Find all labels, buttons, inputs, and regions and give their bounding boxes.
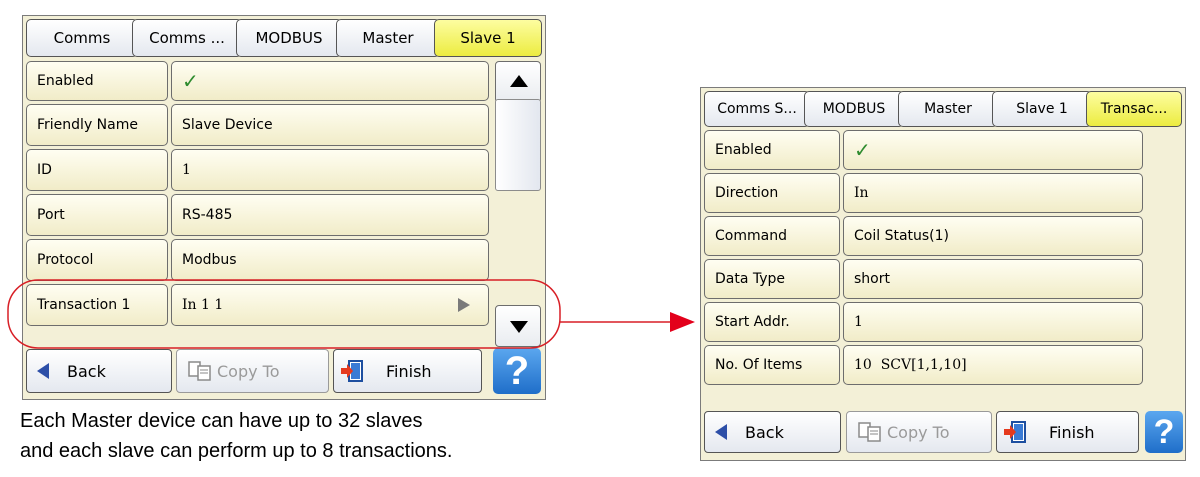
finish-label: Finish [1049, 422, 1095, 442]
row-label: Data Type [704, 259, 840, 299]
annotation-arrow-head [670, 312, 695, 332]
crumb-modbus[interactable]: MODBUS [804, 91, 904, 127]
copy-icon [858, 422, 881, 442]
back-label: Back [745, 422, 784, 442]
transaction-settings-screen: Comms S... MODBUS Master Slave 1 Transac… [700, 87, 1186, 461]
row-value[interactable]: In [843, 173, 1143, 213]
row-value[interactable]: short [843, 259, 1143, 299]
finish-button[interactable]: Finish [996, 411, 1139, 453]
row-label: No. Of Items [704, 345, 840, 385]
crumb-master[interactable]: Master [898, 91, 998, 127]
checkmark-icon: ✓ [854, 138, 871, 162]
highlight-ellipse [7, 279, 561, 349]
crumb-comms-setup[interactable]: Comms S... [704, 91, 810, 127]
back-button[interactable]: Back [704, 411, 841, 453]
row-command[interactable]: Command Coil Status(1) [704, 216, 1146, 256]
row-value[interactable]: 10 SCV[1,1,10] [843, 345, 1143, 385]
copy-to-label: Copy To [887, 422, 950, 442]
row-label: Start Addr. [704, 302, 840, 342]
crumb-transaction[interactable]: Transac... [1086, 91, 1182, 127]
row-direction[interactable]: Direction In [704, 173, 1146, 213]
row-data-type[interactable]: Data Type short [704, 259, 1146, 299]
finish-door-icon [1004, 421, 1026, 443]
row-start-addr[interactable]: Start Addr. 1 [704, 302, 1146, 342]
row-label: Direction [704, 173, 840, 213]
crumb-slave-1[interactable]: Slave 1 [992, 91, 1092, 127]
row-label: Command [704, 216, 840, 256]
row-enabled[interactable]: Enabled ✓ [704, 130, 1146, 170]
help-button[interactable]: ? [1145, 411, 1183, 453]
row-value[interactable]: Coil Status(1) [843, 216, 1143, 256]
row-no-of-items[interactable]: No. Of Items 10 SCV[1,1,10] [704, 345, 1146, 385]
back-arrow-icon [715, 424, 727, 440]
row-value[interactable]: 1 [843, 302, 1143, 342]
copy-to-button[interactable]: Copy To [846, 411, 992, 453]
row-label: Enabled [704, 130, 840, 170]
row-value[interactable]: ✓ [843, 130, 1143, 170]
